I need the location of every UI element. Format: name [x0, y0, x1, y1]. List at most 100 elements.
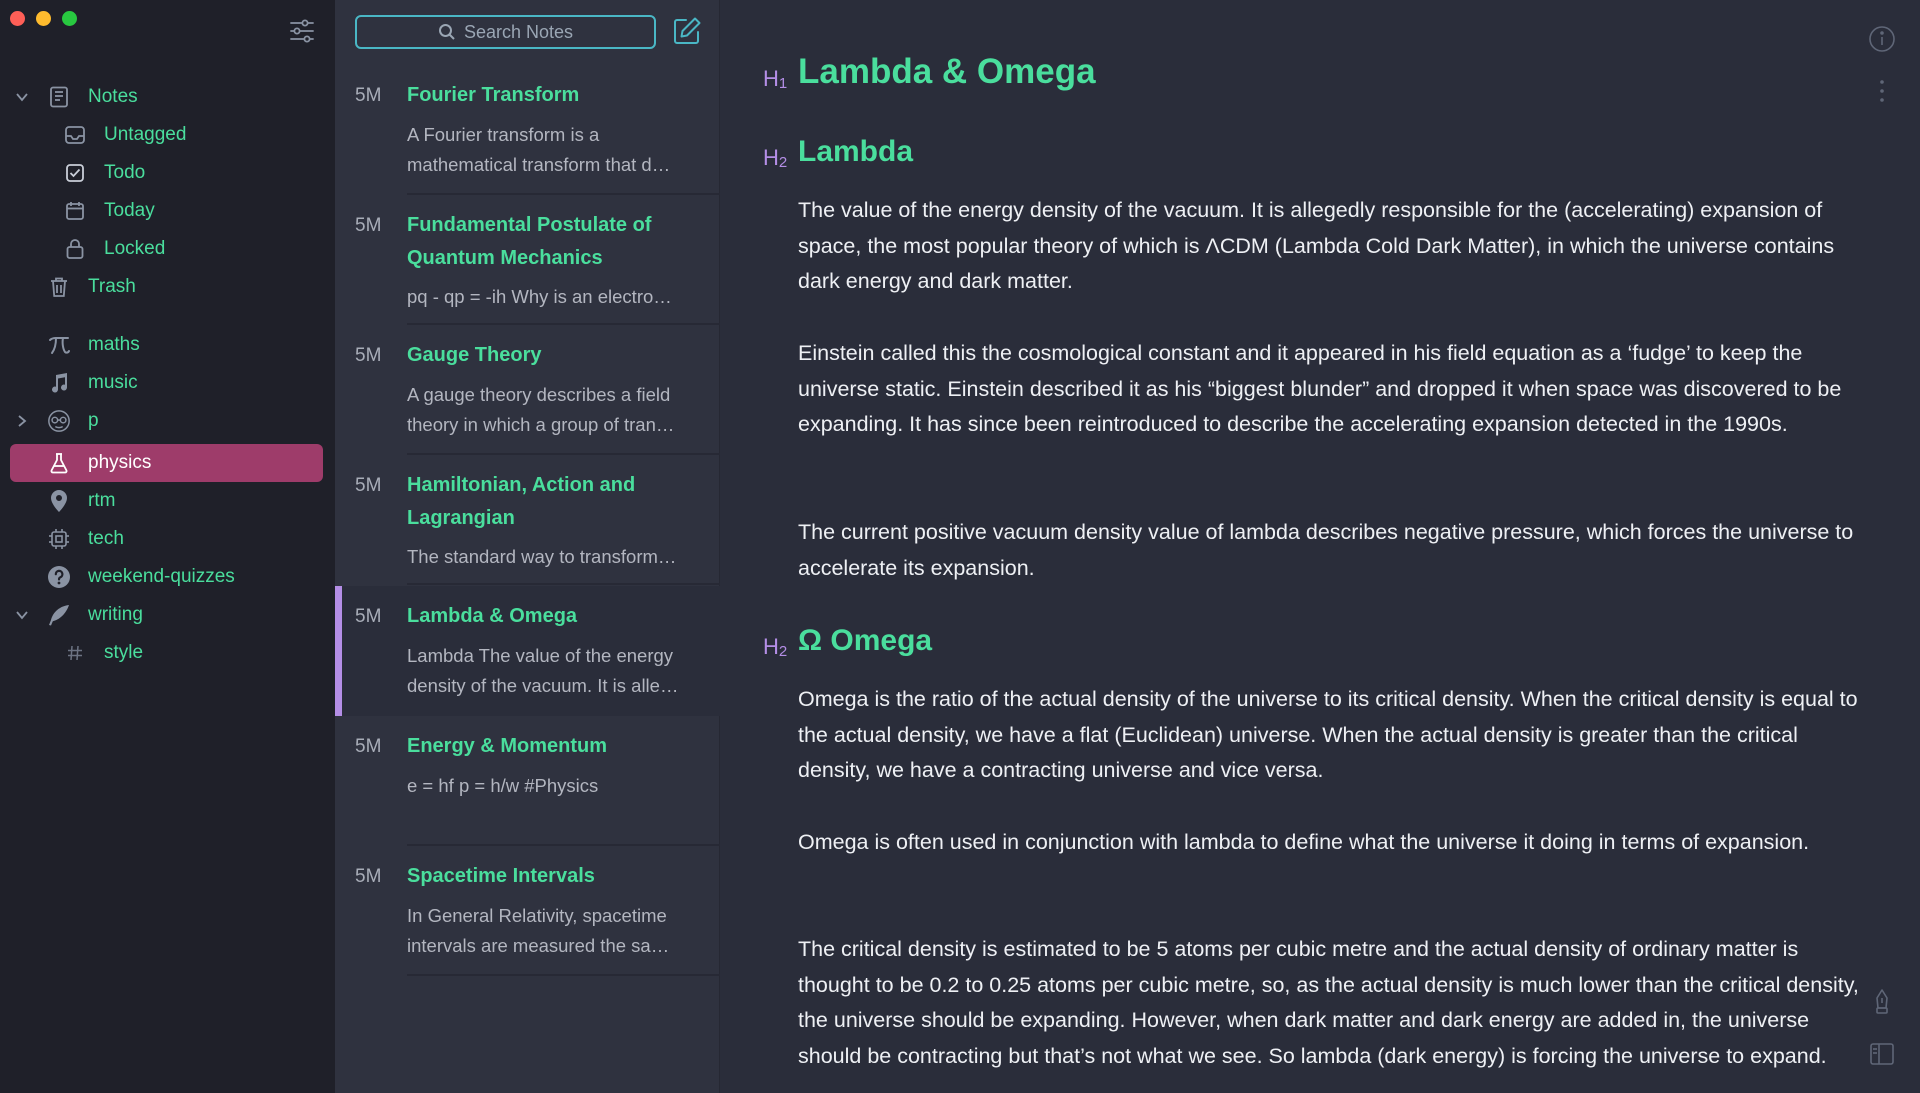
note-preview: A Fourier transform is a: [407, 124, 600, 145]
paragraph: Einstein called this the cosmological co…: [798, 341, 1842, 437]
sidebar-item-label: Untagged: [104, 124, 187, 145]
note-title: Fourier Transform: [407, 84, 580, 106]
search-icon: [438, 24, 455, 40]
note-age: 5M: [355, 475, 382, 496]
calendar-icon: [63, 199, 87, 223]
note-preview: intervals are measured the sa…: [407, 935, 670, 956]
note-item-spacetime-intervals[interactable]: 5M Spacetime Intervals In General Relati…: [335, 846, 720, 976]
note-title: Fundamental Postulate of: [407, 214, 652, 236]
sidebar-item-label: physics: [88, 452, 152, 473]
note-item-energy-momentum[interactable]: 5M Energy & Momentum e = hf p = h/w #Phy…: [335, 716, 720, 846]
note-title: Hamiltonian, Action and: [407, 474, 636, 496]
note-title: Quantum Mechanics: [407, 247, 603, 269]
note-age: 5M: [355, 866, 382, 887]
hashtag-icon: [63, 641, 87, 665]
note-title: Lagrangian: [407, 507, 515, 529]
pen-nib-icon[interactable]: [1867, 987, 1897, 1017]
heading-marker: H2: [763, 634, 788, 660]
search-placeholder: Search Notes: [463, 21, 574, 42]
note-preview: pq - qp = -ih Why is an electro…: [407, 286, 672, 307]
maximize-window-button[interactable]: [62, 11, 77, 26]
info-icon[interactable]: [1867, 24, 1897, 54]
note-preview: mathematical transform that d…: [407, 154, 671, 175]
note-age: 5M: [355, 345, 382, 366]
map-pin-icon: [47, 489, 71, 513]
minimize-window-button[interactable]: [36, 11, 51, 26]
divider: [407, 974, 720, 976]
note-item-lambda-omega[interactable]: 5M Lambda & Omega Lambda The value of th…: [335, 586, 720, 716]
note-title: Spacetime Intervals: [407, 865, 595, 887]
section-heading: Lambda: [798, 135, 914, 168]
sidebar-item-label: maths: [88, 334, 140, 355]
sidebar-item-label: Trash: [88, 276, 136, 297]
checkbox-icon: [63, 161, 87, 185]
note-item-fundamental-postulate[interactable]: 5M Fundamental Postulate of Quantum Mech…: [335, 195, 720, 325]
compose-icon[interactable]: [672, 16, 702, 46]
inbox-icon: [63, 123, 87, 147]
sidebar-item-label: music: [88, 372, 138, 393]
note-preview: theory in which a group of tran…: [407, 414, 675, 435]
close-window-button[interactable]: [10, 11, 25, 26]
trash-icon: [47, 275, 71, 299]
sidebar-item-tech[interactable]: tech: [10, 520, 323, 558]
note-item-fourier-transform[interactable]: 5M Fourier Transform A Fourier transform…: [335, 65, 720, 195]
section-heading: Ω Omega: [798, 624, 933, 657]
heading-marker: H2: [763, 145, 788, 171]
sidebar-item-label: writing: [88, 604, 143, 625]
chevron-right-icon[interactable]: [12, 411, 32, 431]
paragraph: Omega is often used in conjunction with …: [798, 830, 1810, 854]
sidebar-item-label: tech: [88, 528, 124, 549]
paragraph: Omega is the ratio of the actual density…: [798, 687, 1858, 783]
sidebar-item-writing[interactable]: writing: [10, 596, 323, 634]
paragraph: The current positive vacuum density valu…: [798, 520, 1854, 580]
heading-marker: H1: [763, 66, 788, 92]
sidebar-item-style[interactable]: style: [10, 634, 323, 672]
note-age: 5M: [355, 736, 382, 757]
sliders-icon[interactable]: [288, 17, 316, 45]
note-item-hamiltonian[interactable]: 5M Hamiltonian, Action and Lagrangian Th…: [335, 455, 720, 585]
note-list: Search Notes 5M Fourier Transform A Four…: [335, 0, 720, 1093]
sidebar-item-maths[interactable]: maths: [10, 326, 323, 364]
sidebar-item-physics[interactable]: physics: [10, 444, 323, 482]
sidebar-item-trash[interactable]: Trash: [10, 268, 323, 306]
note-preview: The standard way to transform…: [407, 546, 677, 567]
sidebar-item-label: rtm: [88, 490, 116, 511]
note-item-gauge-theory[interactable]: 5M Gauge Theory A gauge theory describes…: [335, 325, 720, 455]
sidebar-item-p[interactable]: p: [10, 402, 323, 440]
sidebar-item-rtm[interactable]: rtm: [10, 482, 323, 520]
note-title: Lambda & Omega: [407, 605, 578, 627]
sidebar-toggle-icon[interactable]: [1867, 1039, 1897, 1069]
lock-icon: [63, 237, 87, 261]
paragraph: The critical density is estimated to be …: [798, 937, 1859, 1069]
more-vertical-icon[interactable]: [1867, 76, 1897, 106]
sidebar-item-label: weekend-quizzes: [88, 566, 235, 587]
pi-icon: [47, 333, 71, 357]
sidebar-item-label: Today: [104, 200, 155, 221]
note-age: 5M: [355, 606, 382, 627]
note-heading: Lambda & Omega: [798, 52, 1096, 91]
note-preview: Lambda The value of the energy: [407, 645, 674, 666]
divider: [407, 583, 720, 585]
sidebar-item-weekend-quizzes[interactable]: weekend-quizzes: [10, 558, 323, 596]
note-age: 5M: [355, 85, 382, 106]
note-editor[interactable]: H1 Lambda & Omega H2 Lambda The value of…: [721, 0, 1920, 1093]
sidebar-item-locked[interactable]: Locked: [10, 230, 323, 268]
paragraph: The value of the energy density of the v…: [798, 198, 1835, 294]
sidebar-item-music[interactable]: music: [10, 364, 323, 402]
music-note-icon: [47, 371, 71, 395]
sidebar-item-today[interactable]: Today: [10, 192, 323, 230]
sidebar-item-untagged[interactable]: Untagged: [10, 116, 323, 154]
sidebar-item-todo[interactable]: Todo: [10, 154, 323, 192]
feather-icon: [47, 603, 71, 627]
sidebar-item-label: style: [104, 642, 144, 663]
note-preview: density of the vacuum. It is alle…: [407, 675, 679, 696]
chevron-down-icon[interactable]: [12, 87, 32, 107]
note-preview: A gauge theory describes a field: [407, 384, 671, 405]
note-title: Energy & Momentum: [407, 735, 608, 757]
flask-icon: [47, 451, 71, 475]
search-input[interactable]: Search Notes: [355, 15, 656, 49]
chevron-down-icon[interactable]: [12, 605, 32, 625]
sidebar-item-notes[interactable]: Notes: [10, 78, 323, 116]
sidebar-item-label: Locked: [104, 238, 166, 259]
sidebar-item-label: Todo: [104, 162, 146, 183]
